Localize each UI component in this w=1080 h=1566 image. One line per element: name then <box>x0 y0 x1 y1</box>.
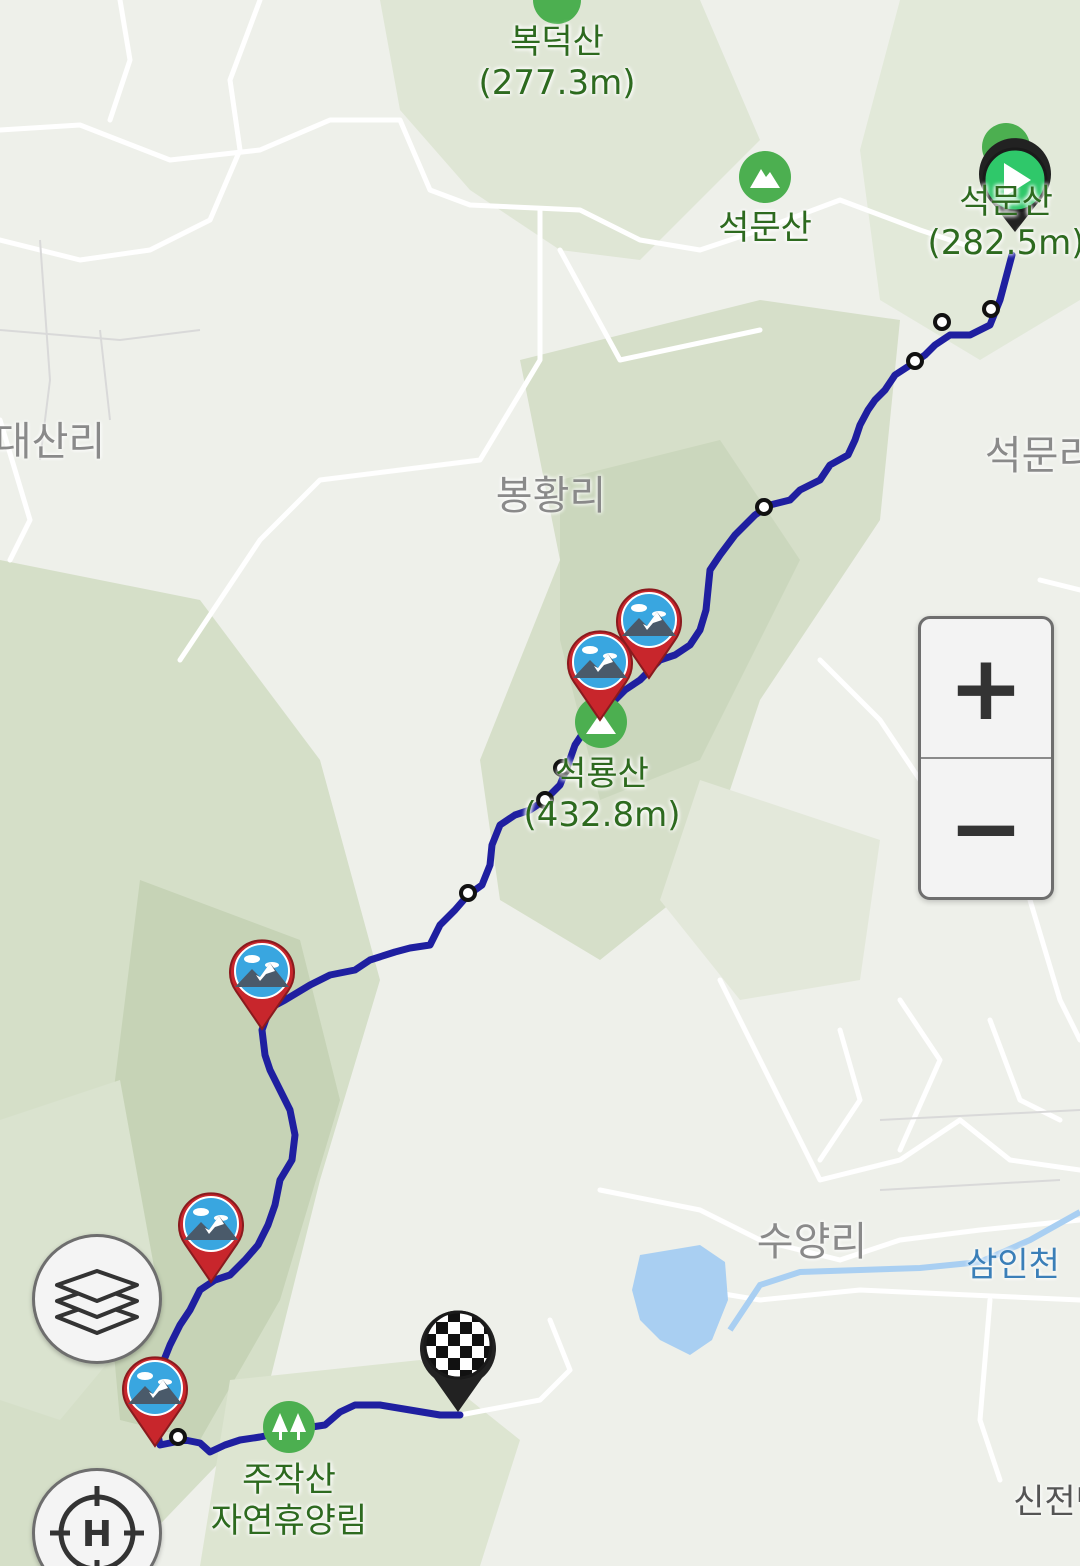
layers-button[interactable] <box>32 1234 162 1364</box>
peak-label-bokdeoksan: 복덕산 (277.3m) <box>479 22 636 104</box>
village-label-seokmunri: 석문리 <box>984 433 1080 479</box>
village-label-bonghwangri: 봉황리 <box>495 473 607 519</box>
peak-label-seokmunsan: 석문산 <box>718 208 812 249</box>
peak-name: 석문산 <box>959 182 1053 222</box>
peak-name: 복덕산 <box>510 22 604 62</box>
stream-label-samincheon: 삼인천 <box>966 1245 1060 1285</box>
peak-icon-seokmunsan <box>739 151 791 203</box>
waypoint-marker <box>755 498 773 516</box>
zoom-out-button[interactable]: − <box>921 759 1051 897</box>
zoom-control: + − <box>918 616 1054 900</box>
locate-label: H <box>82 1514 112 1555</box>
waypoint-marker <box>169 1428 187 1446</box>
peak-elevation: (432.8m) <box>523 794 681 835</box>
waypoint-marker <box>459 884 477 902</box>
waypoint-marker <box>906 352 924 370</box>
peak-label-seokmunsan-summit: 석문산 (282.5m) <box>928 182 1080 264</box>
peak-elevation: (277.3m) <box>478 62 636 103</box>
locate-button[interactable]: H <box>32 1468 162 1566</box>
peak-label-jujaksan: 주작산 자연휴양림 <box>211 1460 367 1542</box>
crosshair-icon: H <box>50 1486 144 1566</box>
layers-icon <box>55 1269 139 1335</box>
peak-name: 주작산 <box>242 1460 336 1500</box>
village-label-sinjeonmyeon: 신전면 <box>1013 1482 1080 1522</box>
zoom-in-button[interactable]: + <box>921 619 1051 757</box>
peak-subtitle: 자연휴양림 <box>210 1500 368 1541</box>
peak-label-seokryongsan: 석룡산 (432.8m) <box>524 754 681 836</box>
waypoint-marker <box>982 300 1000 318</box>
forest-icon-jujaksan <box>263 1401 315 1453</box>
waypoint-marker <box>933 313 951 331</box>
map-view[interactable]: 복덕산 (277.3m) 석문산 석문산 (282.5m) 석룡산 (432.8… <box>0 0 1080 1566</box>
peak-name: 석문산 <box>718 208 812 248</box>
village-label-suyangri: 수양리 <box>756 1219 868 1265</box>
peak-elevation: (282.5m) <box>927 222 1080 263</box>
village-label-daesanri: 대산리 <box>0 419 106 465</box>
peak-name: 석룡산 <box>555 754 649 794</box>
